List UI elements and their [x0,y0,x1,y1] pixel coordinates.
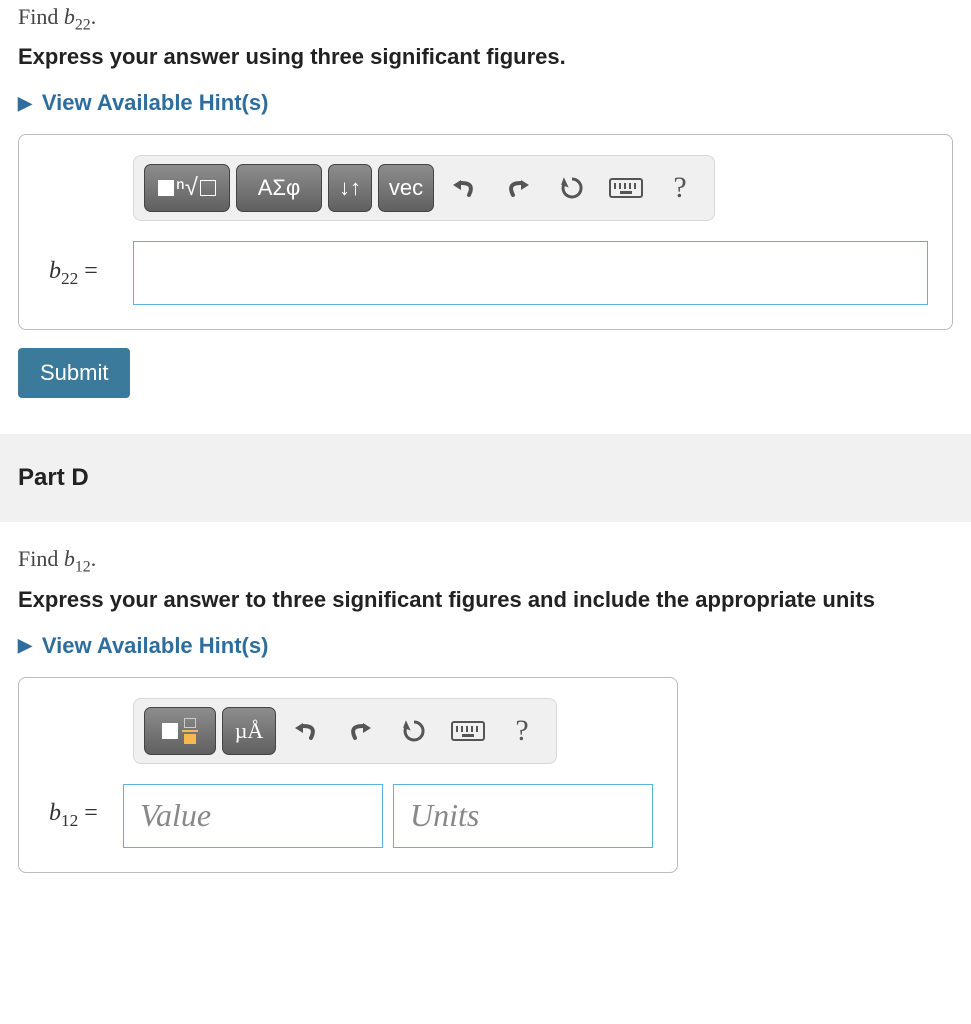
part-d-header: Part D [0,434,971,522]
keyboard-button[interactable] [444,707,492,755]
chevron-right-icon: ▶ [18,93,32,114]
undo-button[interactable] [282,707,330,755]
reset-button[interactable] [390,707,438,755]
undo-button[interactable] [440,164,488,212]
help-button[interactable]: ? [656,164,704,212]
keyboard-button[interactable] [602,164,650,212]
help-icon: ? [673,171,686,205]
templates-button[interactable]: ⁿ√ [144,164,230,212]
redo-icon [505,177,531,199]
hints-label: View Available Hint(s) [42,90,269,116]
reset-button[interactable] [548,164,596,212]
instruction-d: Express your answer to three significant… [18,587,953,613]
templates-button[interactable] [144,707,216,755]
answer-card-c: ⁿ√ ΑΣφ ↓↑ vec [18,134,953,330]
view-hints-toggle[interactable]: ▶ View Available Hint(s) [18,90,953,116]
chevron-right-icon: ▶ [18,635,32,656]
redo-button[interactable] [494,164,542,212]
template-icon: ⁿ√ [158,174,216,202]
template-icon [162,718,198,744]
keyboard-icon [609,178,643,198]
var-letter: b [64,4,75,29]
vec-label: vec [389,175,423,201]
redo-button[interactable] [336,707,384,755]
keyboard-icon [451,721,485,741]
var-letter: b [64,546,75,571]
prompt-prefix: Find [18,546,64,571]
reset-icon [401,718,427,744]
prompt-suffix: . [91,546,97,571]
units-toolbar: µÅ ? [133,698,557,764]
hints-label: View Available Hint(s) [42,633,269,659]
view-hints-toggle-d[interactable]: ▶ View Available Hint(s) [18,633,953,659]
answer-input[interactable] [133,241,928,305]
undo-icon [451,177,477,199]
answer-lhs: b22 = [43,258,133,289]
redo-icon [347,720,373,742]
equation-toolbar: ⁿ√ ΑΣφ ↓↑ vec [133,155,715,221]
undo-icon [293,720,319,742]
submit-button[interactable]: Submit [18,348,130,398]
answer-lhs-d: b12 = [43,800,123,831]
units-input[interactable]: Units [393,784,653,848]
var-subscript: 12 [75,559,91,576]
greek-letters-button[interactable]: ΑΣφ [236,164,322,212]
value-input[interactable]: Value [123,784,383,848]
help-icon: ? [515,714,528,748]
var-subscript: 22 [75,16,91,33]
vector-button[interactable]: vec [378,164,434,212]
reset-icon [559,175,585,201]
answer-card-d: µÅ ? b12 = Value Units [18,677,678,873]
sub-sup-button[interactable]: ↓↑ [328,164,372,212]
subsup-label: ↓↑ [339,175,361,201]
units-label: µÅ [235,718,264,744]
prompt-suffix: . [91,4,97,29]
prompt-prefix: Find [18,4,64,29]
greek-label: ΑΣφ [258,175,301,201]
instruction-c: Express your answer using three signific… [18,44,953,70]
prompt-d: Find b12. [18,546,953,576]
prompt-c: Find b22. [18,4,953,34]
units-symbols-button[interactable]: µÅ [222,707,276,755]
help-button[interactable]: ? [498,707,546,755]
